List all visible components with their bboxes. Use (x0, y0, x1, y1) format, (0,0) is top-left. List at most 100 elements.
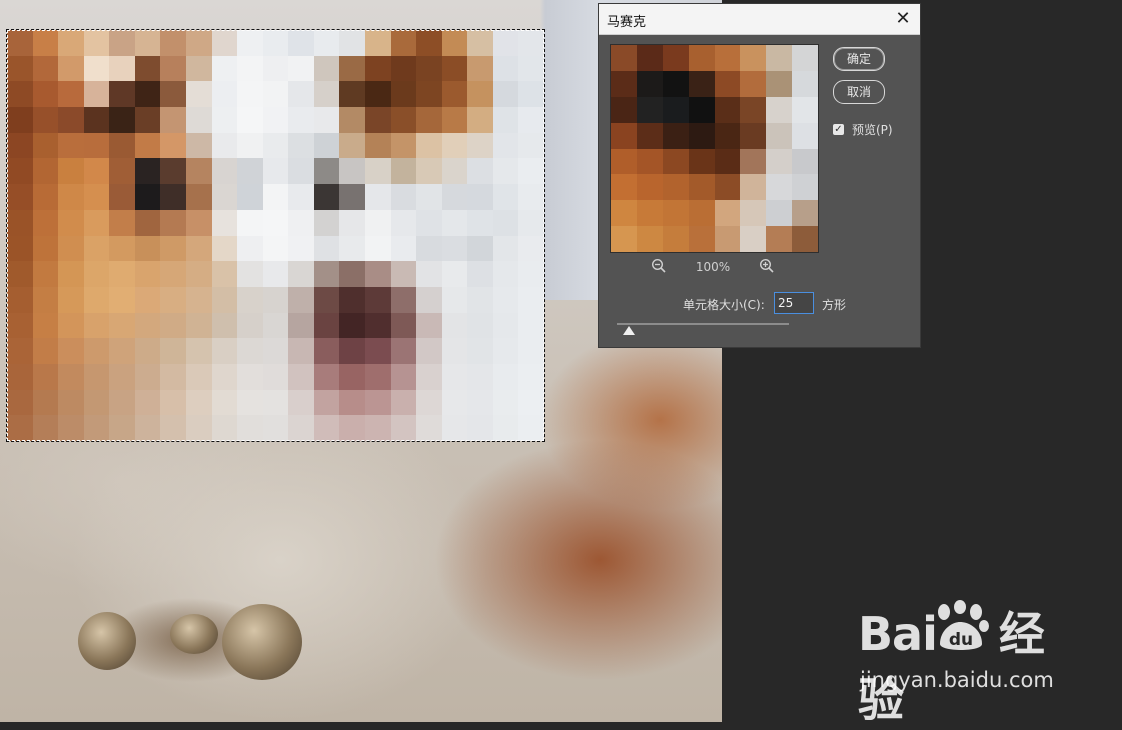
svg-text:du: du (949, 630, 973, 650)
preview-cell (611, 200, 637, 227)
mosaic-cell (32, 81, 59, 108)
cancel-button[interactable]: 取消 (833, 80, 885, 104)
mosaic-cell (160, 184, 186, 210)
mosaic-cell (134, 261, 161, 287)
mosaic-cell (467, 55, 493, 82)
mosaic-cell (441, 235, 468, 262)
preview-cell (611, 122, 637, 149)
preview-toggle[interactable]: ✓ 预览(P) (833, 121, 893, 138)
mosaic-cell (416, 312, 442, 339)
mosaic-cell (390, 286, 417, 313)
mosaic-cell (390, 81, 417, 108)
mosaic-cell (518, 415, 544, 441)
mosaic-cell (160, 312, 186, 339)
cell-size-input[interactable] (774, 292, 814, 314)
preview-cell (688, 45, 715, 71)
mosaic-cell (416, 81, 442, 108)
preview-cell (662, 45, 689, 71)
mosaic-cell (160, 389, 186, 416)
mosaic-cell (32, 132, 59, 159)
mosaic-cell (288, 209, 314, 236)
mosaic-cell (160, 415, 186, 441)
mosaic-cell (339, 55, 365, 82)
preview-cell (766, 122, 793, 149)
mosaic-cell (416, 55, 442, 82)
mosaic-cell (364, 286, 391, 313)
preview-cell (714, 96, 741, 123)
mosaic-cell (288, 184, 314, 210)
preview-checkbox[interactable]: ✓ (833, 124, 844, 135)
preview-cell (714, 174, 741, 201)
mosaic-cell (58, 363, 84, 390)
mosaic-cell (160, 286, 186, 313)
mosaic-cell (7, 158, 33, 185)
mosaic-cell (83, 158, 110, 185)
mosaic-cell (467, 261, 493, 287)
mosaic-cell (58, 415, 84, 441)
mosaic-cell (364, 235, 391, 262)
mosaic-cell (109, 235, 135, 262)
mosaic-cell (416, 107, 442, 133)
mosaic-cell (364, 338, 391, 364)
mosaic-cell (109, 286, 135, 313)
mosaic-cell (364, 107, 391, 133)
preview-cell (766, 174, 793, 201)
preview-cell (636, 148, 663, 175)
mosaic-cell (313, 55, 340, 82)
mosaic-cell (160, 261, 186, 287)
zoom-in-icon[interactable] (757, 258, 777, 278)
watermark-url: jingyan.baidu.com (860, 668, 1054, 692)
mosaic-cell (160, 30, 186, 56)
mosaic-cell (83, 132, 110, 159)
mosaic-cell (339, 81, 365, 108)
mosaic-cell (390, 107, 417, 133)
mosaic-cell (160, 107, 186, 133)
preview-cell (766, 226, 793, 252)
mosaic-cell (339, 261, 365, 287)
mosaic-cell (109, 81, 135, 108)
mosaic-cell (185, 415, 212, 441)
mosaic-cell (160, 81, 186, 108)
preview-cell (792, 122, 818, 149)
cell-size-slider-thumb[interactable] (623, 326, 636, 335)
mosaic-cell (390, 261, 417, 287)
mosaic-cell (416, 235, 442, 262)
zoom-out-icon[interactable] (649, 258, 669, 278)
mosaic-cell (313, 415, 340, 441)
mosaic-cell (262, 312, 289, 339)
mosaic-cell (185, 107, 212, 133)
preview-cell (714, 45, 741, 71)
dialog-titlebar[interactable]: 马赛克 ✕ (599, 4, 920, 35)
preview-cell (792, 96, 818, 123)
mosaic-cell (339, 158, 365, 185)
mosaic-cell (7, 415, 33, 441)
mosaic-cell (518, 389, 544, 416)
mosaic-cell (364, 389, 391, 416)
cell-size-slider-track[interactable] (617, 323, 789, 325)
mosaic-cell (441, 184, 468, 210)
mosaic-cell (339, 132, 365, 159)
mosaic-cell (237, 158, 263, 185)
preview-cell (636, 70, 663, 97)
mosaic-cell (492, 235, 519, 262)
ok-button[interactable]: 确定 (833, 47, 885, 71)
mosaic-cell (288, 55, 314, 82)
filter-preview-pane[interactable] (610, 44, 819, 253)
mosaic-cell (288, 132, 314, 159)
mosaic-cell (364, 312, 391, 339)
mosaic-cell (7, 235, 33, 262)
mosaic-cell (83, 389, 110, 416)
close-icon[interactable]: ✕ (891, 7, 915, 31)
mosaic-cell (83, 312, 110, 339)
preview-cell (611, 70, 637, 97)
preview-cell (766, 96, 793, 123)
mosaic-cell (339, 107, 365, 133)
mosaic-cell (7, 81, 33, 108)
mosaic-cell (211, 81, 238, 108)
mosaic-cell (364, 55, 391, 82)
mosaic-cell (518, 286, 544, 313)
mosaic-cell (7, 286, 33, 313)
mosaic-cell (313, 312, 340, 339)
mosaic-cell (237, 415, 263, 441)
mosaic-cell (237, 209, 263, 236)
